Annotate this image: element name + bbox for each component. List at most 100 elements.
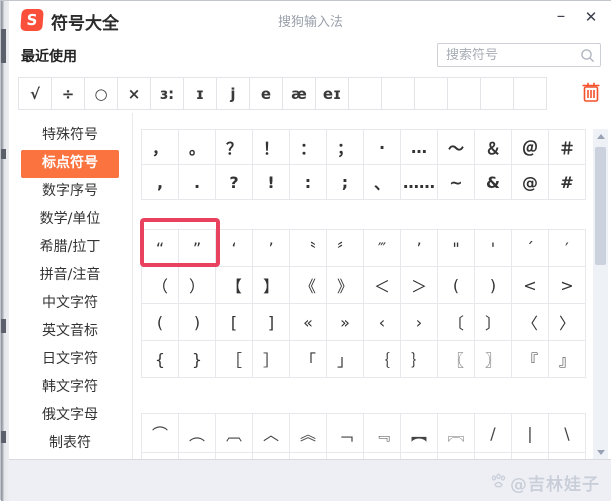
symbol-cell[interactable]: ) <box>178 303 216 341</box>
sidebar-item-category[interactable]: 数字序号 <box>21 178 119 206</box>
symbol-cell[interactable]: 【 <box>215 266 253 304</box>
symbol-cell[interactable]: | <box>511 413 549 453</box>
symbol-cell[interactable]: ] <box>252 303 290 341</box>
symbol-cell[interactable]: ︹ <box>215 413 253 453</box>
symbol-cell[interactable]: ⌒ <box>141 413 179 453</box>
close-button[interactable]: ✕ <box>580 5 602 29</box>
symbol-cell[interactable]: < <box>511 266 549 304</box>
symbol-cell[interactable]: " <box>437 229 475 267</box>
symbol-cell[interactable]: ； <box>326 129 364 165</box>
search-box[interactable] <box>437 43 601 67</box>
symbol-cell[interactable]: ) <box>474 266 512 304</box>
symbol-cell[interactable]: | <box>511 452 549 459</box>
symbol-cell[interactable]: ( <box>437 266 475 304</box>
symbol-cell[interactable]: : <box>289 164 327 200</box>
symbol-cell[interactable]: 「 <box>289 340 327 378</box>
symbol-cell[interactable]: ～ <box>437 129 475 165</box>
symbol-cell[interactable]: . <box>178 164 216 200</box>
recent-symbol-cell[interactable]: e <box>249 77 283 110</box>
symbol-cell[interactable]: 〝 <box>289 229 327 267</box>
symbol-cell[interactable]: ︿ <box>252 413 290 453</box>
symbol-cell[interactable]: # <box>548 164 586 200</box>
symbol-cell[interactable]: 〈 <box>511 303 549 341</box>
scroll-up-icon[interactable] <box>593 129 608 144</box>
symbol-cell[interactable]: ︘ <box>437 452 475 459</box>
symbol-cell[interactable]: ﹄ <box>363 452 401 459</box>
symbol-cell[interactable]: \ <box>548 413 586 453</box>
symbol-cell[interactable]: ? <box>215 164 253 200</box>
symbol-cell[interactable]: ﹁ <box>326 413 364 453</box>
symbol-cell[interactable]: （ <box>141 266 179 304</box>
symbol-cell[interactable]: ︼ <box>400 452 438 459</box>
sidebar-item-category[interactable]: 英文音标 <box>21 318 119 346</box>
symbol-cell[interactable]: ; <box>326 164 364 200</box>
symbol-cell[interactable]: ﹂ <box>326 452 364 459</box>
recent-symbol-cell[interactable]: ÷ <box>51 77 85 110</box>
symbol-cell[interactable]: & <box>474 164 512 200</box>
sidebar-item-category[interactable]: 韩文字符 <box>21 374 119 402</box>
sidebar-item-category[interactable]: 希腊/拉丁 <box>21 234 119 262</box>
sidebar-item-category[interactable]: 中文字符 <box>21 290 119 318</box>
symbol-cell[interactable]: ’ <box>252 229 290 267</box>
recent-symbol-cell[interactable]: j <box>216 77 250 110</box>
symbol-cell[interactable]: 」 <box>326 340 364 378</box>
clear-recent-button[interactable] <box>581 81 601 103</box>
recent-symbol-cell[interactable]: ɜ: <box>150 77 184 110</box>
symbol-cell[interactable]: / <box>474 413 512 453</box>
recent-symbol-cell[interactable]: æ <box>282 77 316 110</box>
sidebar-item-category[interactable]: 制表符 <box>21 430 119 458</box>
symbol-cell[interactable]: ［ <box>215 340 253 378</box>
symbol-cell[interactable]: @ <box>511 164 549 200</box>
recent-symbol-cell[interactable]: ○ <box>84 77 118 110</box>
symbol-cell[interactable]: 〔 <box>437 303 475 341</box>
symbol-cell[interactable]: ﹏ <box>178 452 216 459</box>
recent-symbol-cell[interactable]: × <box>117 77 151 110</box>
symbol-cell[interactable]: ! <box>252 164 290 200</box>
symbol-cell[interactable]: ］ <box>252 340 290 378</box>
symbol-cell[interactable]: / <box>474 452 512 459</box>
symbol-cell[interactable]: 》 <box>326 266 364 304</box>
sidebar-item-category[interactable]: 数学/单位 <box>21 206 119 234</box>
sidebar-item-category[interactable]: 日文字符 <box>21 346 119 374</box>
symbol-cell[interactable]: ？ <box>215 129 253 165</box>
symbol-cell[interactable]: > <box>548 266 586 304</box>
symbol-cell[interactable]: 】 <box>252 266 290 304</box>
symbol-cell[interactable]: 〗 <box>474 340 512 378</box>
symbol-cell[interactable]: ＜ <box>363 266 401 304</box>
symbol-cell[interactable]: ’ <box>400 229 438 267</box>
symbol-cell[interactable]: ︗ <box>437 413 475 453</box>
symbol-cell[interactable]: ‴ <box>363 229 401 267</box>
symbol-cell[interactable]: ‘ <box>215 229 253 267</box>
symbol-cell[interactable]: 、 <box>363 164 401 200</box>
recent-symbol-cell[interactable]: √ <box>18 77 52 110</box>
symbol-cell[interactable]: ︾ <box>289 452 327 459</box>
symbol-cell[interactable]: ′ <box>548 229 586 267</box>
symbol-cell[interactable]: ＠ <box>511 129 549 165</box>
symbol-cell[interactable]: ” <box>178 229 216 267</box>
grid-scrollbar[interactable] <box>593 129 608 459</box>
sidebar-item-category[interactable]: 俄文字母 <box>21 402 119 430</box>
symbol-cell[interactable]: ＞ <box>400 266 438 304</box>
symbol-cell[interactable]: ， <box>141 129 179 165</box>
recent-symbol-cell[interactable]: eɪ <box>315 77 349 110</box>
symbol-cell[interactable]: ︻ <box>400 413 438 453</box>
symbol-cell[interactable]: ！ <box>252 129 290 165</box>
symbol-cell[interactable]: ' <box>474 229 512 267</box>
symbol-cell[interactable]: 〉 <box>548 303 586 341</box>
symbol-cell[interactable]: ︽ <box>289 413 327 453</box>
symbol-cell[interactable]: { <box>141 340 179 378</box>
symbol-cell[interactable]: ´ <box>511 229 549 267</box>
symbol-cell[interactable]: ｝ <box>400 340 438 378</box>
search-input[interactable] <box>438 44 576 66</box>
symbol-cell[interactable]: ‹ <box>363 303 401 341</box>
symbol-cell[interactable]: , <box>141 164 179 200</box>
sidebar-item-category[interactable]: 拼音/注音 <box>21 262 119 290</box>
symbol-cell[interactable]: 』 <box>548 340 586 378</box>
symbol-cell[interactable]: ＆ <box>474 129 512 165</box>
scrollbar-thumb[interactable] <box>595 147 606 265</box>
symbol-cell[interactable]: [ <box>215 303 253 341</box>
symbol-cell[interactable]: 。 <box>178 129 216 165</box>
recent-symbol-cell[interactable]: ɪ <box>183 77 217 110</box>
symbol-cell[interactable]: … <box>400 129 438 165</box>
symbol-cell[interactable]: ） <box>178 266 216 304</box>
